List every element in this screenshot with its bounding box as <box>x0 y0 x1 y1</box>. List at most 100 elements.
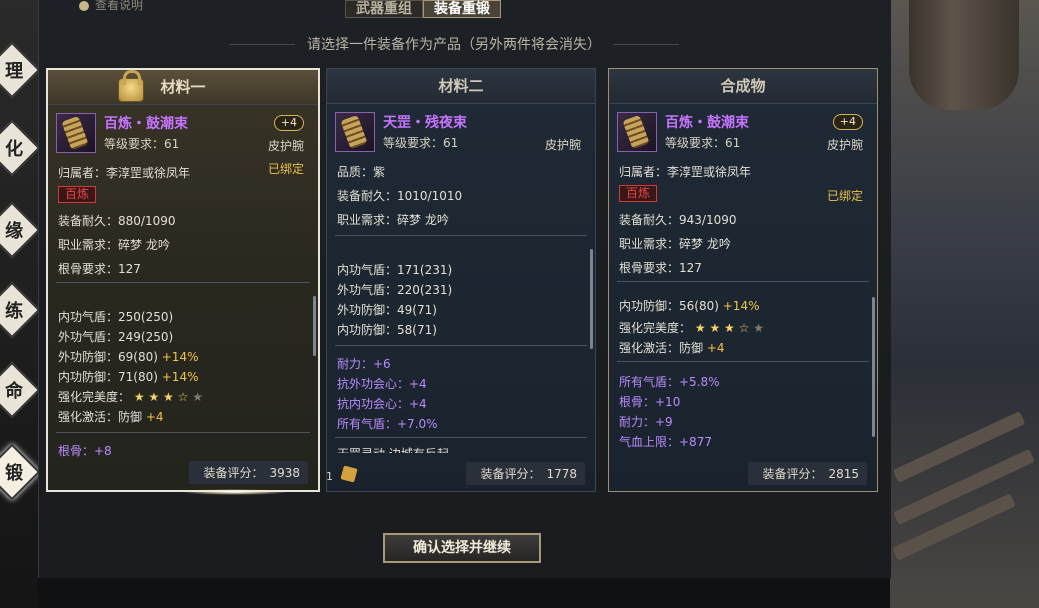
owner-text: 归属者：李淳罡或徐凤年 <box>58 166 191 180</box>
purple-stat: 抗内功会心：+4 <box>337 397 427 411</box>
purple-stat: 耐力：+6 <box>337 357 391 371</box>
stat-row: 外功防御：49(71) <box>337 301 437 318</box>
stat-row: 内功防御：58(71) <box>337 321 437 338</box>
purple-stat: 根骨：+10 <box>619 395 681 409</box>
purple-stat: 抗外功会心：+4 <box>337 377 427 391</box>
score-box: 装备评分： 1778 <box>466 462 585 485</box>
purple-stat: 所有气盾：+5.8% <box>619 375 720 389</box>
item-slot: 皮护腕 <box>267 139 304 153</box>
barrel-decoration <box>909 0 1019 110</box>
star-empty-icon: ★ <box>753 321 764 335</box>
stat-bonus: +14% <box>161 370 199 384</box>
gauntlet-icon <box>340 114 368 150</box>
stat-row: 内功气盾：171(231) <box>337 261 452 278</box>
enhance-badge: +4 <box>832 114 863 130</box>
star-icon: ★ <box>694 321 706 335</box>
divider <box>335 235 587 236</box>
owner-text: 归属者：李淳罡或徐凤年 <box>619 165 752 179</box>
panel-footer <box>38 578 890 608</box>
star-icon: ★ <box>724 321 735 335</box>
star-icon: ★ <box>163 390 174 404</box>
side-tab-label: 锻 <box>5 463 24 485</box>
rarity-tag: 百炼 <box>58 186 97 203</box>
material-card-1[interactable]: 材料一 百炼・鼓潮束 等级要求：61 +4 皮护腕 归属者：李淳罡或徐凤年 已绑… <box>46 68 320 492</box>
stat-label: 外功气盾：220 <box>337 283 420 297</box>
stat-label: 外功防御：69 <box>58 350 134 364</box>
stat-label: 外功防御：49 <box>337 303 413 317</box>
score-value: 1778 <box>546 467 577 481</box>
quality-row: 品质：紫 <box>337 163 385 180</box>
level-requirement: 等级要求：61 <box>383 136 459 150</box>
item-summary: 百炼・鼓潮束 等级要求：61 +4 皮护腕 <box>609 104 877 152</box>
item-summary: 百炼・鼓潮束 等级要求：61 +4 皮护腕 <box>48 105 318 153</box>
side-tab-label: 练 <box>5 301 24 323</box>
card-title: 材料二 <box>327 69 595 104</box>
item-icon <box>617 112 657 152</box>
cut-text: 天罡灵动 边城有反起 <box>337 445 449 453</box>
activate-label: 强化激活：防御 <box>619 341 704 355</box>
star-empty-icon: ☆ <box>177 390 189 404</box>
scrollbar[interactable] <box>313 296 316 356</box>
stat-max: (250) <box>140 310 174 324</box>
tab-equipment-reforge[interactable]: 装备重锻 <box>423 0 501 18</box>
divider <box>229 43 295 45</box>
purple-stat: 所有气盾：+7.0% <box>337 417 438 431</box>
material-card-2[interactable]: 材料二 天罡・残夜束 等级要求：61 皮护腕 品质：紫 装备耐久：1010/10… <box>326 68 596 492</box>
scrollbar[interactable] <box>590 249 593 349</box>
item-name: 百炼・鼓潮束 <box>665 115 749 131</box>
class-requirement: 职业需求：碎梦 龙吟 <box>337 213 449 227</box>
mode-tabs: 武器重组 装备重锻 <box>345 0 501 18</box>
confirm-button[interactable]: 确认选择并继续 <box>383 533 541 563</box>
stat-max: (231) <box>419 263 453 277</box>
divider <box>613 43 679 45</box>
item-name: 百炼・鼓潮束 <box>104 116 188 132</box>
side-tab-label: 理 <box>5 61 24 83</box>
side-tab-label: 命 <box>5 381 24 403</box>
result-card[interactable]: 合成物 百炼・鼓潮束 等级要求：61 +4 皮护腕 归属者：李淳罡或徐凤年 百炼… <box>608 68 878 492</box>
bound-status: 已绑定 <box>826 189 863 203</box>
enhance-badge: +4 <box>273 115 304 131</box>
item-icon <box>56 113 96 153</box>
stat-row: 内功防御：56(80) +14% <box>619 297 759 314</box>
stat-row: 内功气盾：250(250) <box>58 308 173 325</box>
root-requirement: 根骨要求：127 <box>58 262 141 276</box>
score-value: 3938 <box>269 466 300 480</box>
stat-row: 内功防御：71(80) +14% <box>58 368 198 385</box>
stat-row: 外功防御：69(80) +14% <box>58 348 198 365</box>
divider <box>56 432 310 433</box>
lock-icon[interactable] <box>118 70 144 102</box>
score-box: 装备评分： 2815 <box>748 462 867 485</box>
help-icon <box>79 0 89 11</box>
divider <box>335 437 587 438</box>
gauntlet-icon <box>622 114 650 150</box>
rarity-tag: 百炼 <box>619 185 658 202</box>
stat-label: 内功防御：56 <box>619 299 695 313</box>
card-title: 合成物 <box>609 69 877 104</box>
scrollbar[interactable] <box>872 297 875 437</box>
stat-label: 外功气盾：249 <box>58 330 141 344</box>
item-summary: 天罡・残夜束 等级要求：61 皮护腕 <box>327 104 595 152</box>
help-label: 查看说明 <box>95 0 144 12</box>
stat-max: (231) <box>419 283 453 297</box>
class-requirement: 职业需求：碎梦 龙吟 <box>58 238 170 252</box>
perfect-label: 强化完美度： <box>619 321 692 335</box>
stat-max: (71) <box>412 323 437 337</box>
activate-row: 强化激活：防御 +4 <box>58 408 164 425</box>
star-empty-icon: ☆ <box>738 321 750 335</box>
stat-max: (80) <box>133 350 158 364</box>
card-title: 材料一 <box>160 78 206 96</box>
purple-stat: 气血上限：+877 <box>619 435 712 449</box>
stat-label: 内功防御：71 <box>58 370 134 384</box>
perfect-row: 强化完美度： ★ ★ ★ ☆ ★ <box>58 388 203 405</box>
root-requirement: 根骨要求：127 <box>619 261 702 275</box>
material-count: 1 <box>326 470 333 483</box>
stat-max: (250) <box>140 330 174 344</box>
item-slot: 皮护腕 <box>826 138 863 152</box>
card-header: 材料一 <box>48 70 318 105</box>
durability-text: 装备耐久：880/1090 <box>58 214 176 228</box>
tab-weapon-recombine[interactable]: 武器重组 <box>345 0 423 18</box>
extra-stat: 根骨：+8 <box>58 444 112 458</box>
score-label: 装备评分： <box>480 467 541 481</box>
star-icon: ★ <box>709 321 721 335</box>
help-hint[interactable]: 查看说明 <box>79 0 143 13</box>
